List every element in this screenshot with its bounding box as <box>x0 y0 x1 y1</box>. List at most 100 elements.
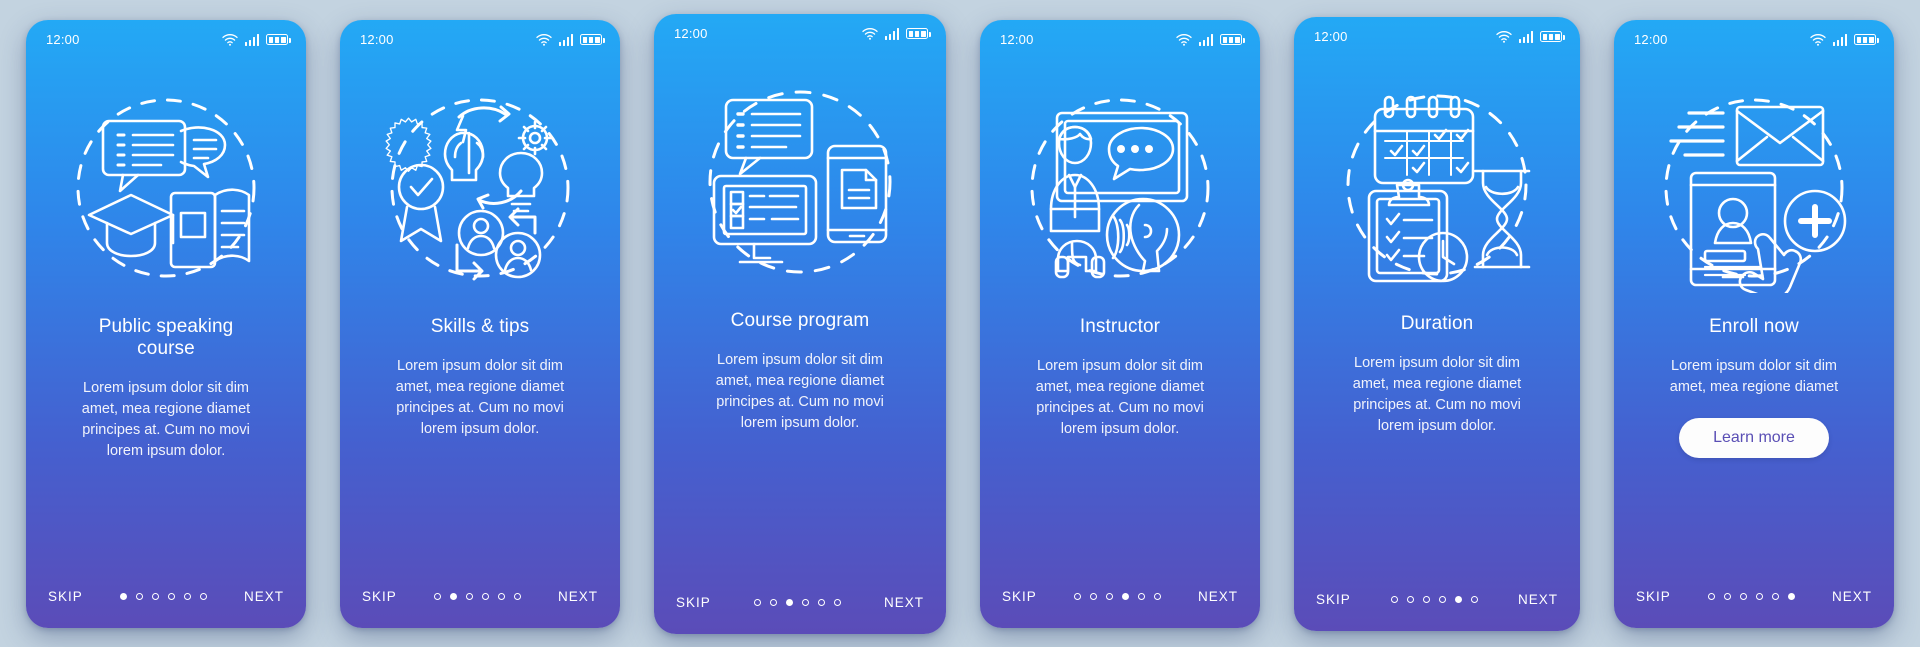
screen-title: Instructor <box>1079 315 1161 337</box>
pagination-dot[interactable] <box>167 593 175 600</box>
next-button[interactable]: NEXT <box>1832 589 1872 604</box>
status-time: 12:00 <box>1634 32 1668 47</box>
pagination-dot[interactable] <box>119 593 127 600</box>
duration-illustration <box>1294 57 1580 307</box>
next-button[interactable]: NEXT <box>884 595 924 610</box>
pagination-dot[interactable] <box>1723 593 1731 600</box>
pagination-dot[interactable] <box>833 599 841 606</box>
skip-button[interactable]: SKIP <box>1636 589 1671 604</box>
screen-title: Skills & tips <box>430 315 530 337</box>
pagination-dot[interactable] <box>1438 596 1446 603</box>
pagination-dot[interactable] <box>753 599 761 606</box>
screen-navigation: SKIP NEXT <box>26 572 306 628</box>
next-button[interactable]: NEXT <box>244 589 284 604</box>
screen-description: Lorem ipsum dolor sit dim amet, mea regi… <box>1035 357 1205 437</box>
pagination-dot[interactable] <box>769 599 777 606</box>
status-bar: 12:00 <box>1614 20 1894 60</box>
pagination-dot[interactable] <box>1422 596 1430 603</box>
battery-icon <box>1540 31 1565 42</box>
screen-navigation: SKIP NEXT <box>1294 575 1580 631</box>
skip-button[interactable]: SKIP <box>48 589 83 604</box>
pagination-dot[interactable] <box>817 599 825 606</box>
status-time: 12:00 <box>674 26 708 41</box>
learn-more-button[interactable]: Learn more <box>1679 417 1829 458</box>
cta-container: Learn more <box>1614 398 1894 458</box>
next-button[interactable]: NEXT <box>1518 592 1558 607</box>
pagination-dot[interactable] <box>513 593 521 600</box>
pagination-dot[interactable] <box>433 593 441 600</box>
pagination-dot[interactable] <box>1755 593 1763 600</box>
pagination-dot[interactable] <box>481 593 489 600</box>
pagination-dots <box>1073 593 1161 600</box>
signal-icon <box>1832 33 1847 46</box>
signal-icon <box>1198 33 1213 46</box>
battery-icon <box>1854 34 1879 45</box>
pagination-dot[interactable] <box>1707 593 1715 600</box>
pagination-dot[interactable] <box>151 593 159 600</box>
onboarding-screen-public-speaking-course: 12:00 Public speaking course Lorem ipsum… <box>26 19 306 628</box>
pagination-dot[interactable] <box>497 593 505 600</box>
screen-description: Lorem ipsum dolor sit dim amet, mea regi… <box>715 351 885 431</box>
battery-icon <box>266 34 291 45</box>
status-icon-group <box>1175 33 1245 46</box>
pagination-dot[interactable] <box>1105 593 1113 600</box>
pagination-dot[interactable] <box>449 593 457 600</box>
pagination-dot[interactable] <box>135 593 143 600</box>
screen-description: Lorem ipsum dolor sit dim amet, mea regi… <box>1352 354 1522 434</box>
pagination-dot[interactable] <box>1089 593 1097 600</box>
wifi-icon <box>1809 33 1826 46</box>
onboarding-screen-instructor: 12:00 Instructor Lorem ipsum dolor sit d… <box>980 19 1260 628</box>
pagination-dot[interactable] <box>183 593 191 600</box>
pagination-dot[interactable] <box>1771 593 1779 600</box>
screen-navigation: SKIP NEXT <box>1614 572 1894 628</box>
status-icon-group <box>861 27 931 40</box>
battery-icon <box>1220 34 1245 45</box>
wifi-icon <box>1495 30 1512 43</box>
status-icon-group <box>535 33 605 46</box>
onboarding-screen-enroll-now: 12:00 Enroll now Lorem ipsum dolor sit d… <box>1614 19 1894 628</box>
skip-button[interactable]: SKIP <box>1316 592 1351 607</box>
screen-title: Public speaking course <box>98 315 234 359</box>
pagination-dots <box>1707 593 1795 600</box>
screen-description: Lorem ipsum dolor sit dim amet, mea regi… <box>81 379 251 459</box>
skip-button[interactable]: SKIP <box>362 589 397 604</box>
status-bar: 12:00 <box>26 20 306 60</box>
onboarding-screen-duration: 12:00 Duration Lorem ipsum dolor sit dim… <box>1294 16 1580 631</box>
pagination-dot[interactable] <box>1137 593 1145 600</box>
screen-title: Duration <box>1400 312 1474 334</box>
pagination-dot[interactable] <box>1454 596 1462 603</box>
pagination-dot[interactable] <box>1406 596 1414 603</box>
wifi-icon <box>535 33 552 46</box>
pagination-dot[interactable] <box>1787 593 1795 600</box>
pagination-dot[interactable] <box>199 593 207 600</box>
signal-icon <box>1518 30 1533 43</box>
status-bar: 12:00 <box>340 20 620 60</box>
wifi-icon <box>861 27 878 40</box>
screen-navigation: SKIP NEXT <box>340 572 620 628</box>
pagination-dots <box>119 593 207 600</box>
pagination-dot[interactable] <box>465 593 473 600</box>
battery-icon <box>580 34 605 45</box>
pagination-dot[interactable] <box>1470 596 1478 603</box>
status-bar: 12:00 <box>980 20 1260 60</box>
pagination-dot[interactable] <box>1153 593 1161 600</box>
signal-icon <box>244 33 259 46</box>
pagination-dot[interactable] <box>785 599 793 606</box>
screen-navigation: SKIP NEXT <box>654 578 946 634</box>
pagination-dot[interactable] <box>801 599 809 606</box>
status-icon-group <box>1809 33 1879 46</box>
skip-button[interactable]: SKIP <box>676 595 711 610</box>
pagination-dot[interactable] <box>1073 593 1081 600</box>
next-button[interactable]: NEXT <box>558 589 598 604</box>
skip-button[interactable]: SKIP <box>1002 589 1037 604</box>
pagination-dot[interactable] <box>1739 593 1747 600</box>
next-button[interactable]: NEXT <box>1198 589 1238 604</box>
pagination-dot[interactable] <box>1121 593 1129 600</box>
screen-navigation: SKIP NEXT <box>980 572 1260 628</box>
pagination-dot[interactable] <box>1390 596 1398 603</box>
